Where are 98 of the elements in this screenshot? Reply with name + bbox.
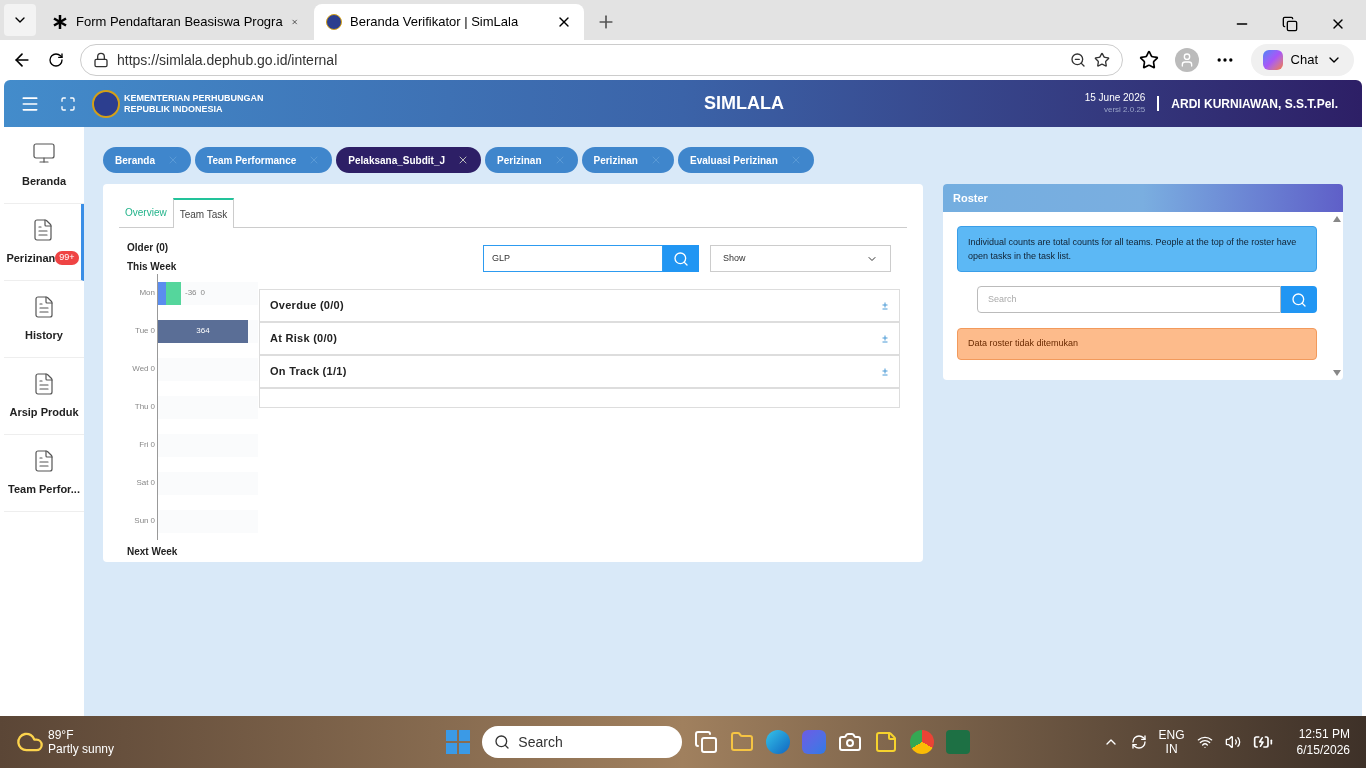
clock-date: 6/15/2026 (1296, 742, 1350, 758)
clock-time: 12:51 PM (1298, 726, 1350, 742)
reload-icon[interactable] (48, 52, 64, 68)
organization-name: KEMENTERIAN PERHUBUNGAN (124, 92, 264, 104)
search-icon (494, 734, 511, 750)
sidebar-item[interactable]: Team Perfor... (4, 435, 84, 512)
day-label: Sun (134, 515, 149, 527)
page-tab[interactable]: Evaluasi Perizinan (677, 147, 814, 173)
start-icon[interactable] (446, 730, 471, 754)
sidebar-item[interactable]: Arsip Produk (4, 358, 84, 435)
language-text: ENG (1158, 728, 1185, 742)
group-row[interactable]: On Track (1/1) (260, 356, 899, 389)
search-button[interactable] (663, 245, 699, 272)
roster-header: Roster (943, 184, 1343, 212)
organization-name: REPUBLIK INDONESIA (124, 103, 224, 115)
taskbar-search[interactable]: Search (482, 726, 683, 758)
day-count: 0 (150, 477, 155, 489)
zoom-out-icon[interactable] (1069, 52, 1086, 68)
fullscreen-icon[interactable] (60, 95, 76, 112)
version-text: versi 2.0.25 (1103, 103, 1146, 116)
page-tab[interactable]: Perizinan (581, 147, 674, 173)
group-row[interactable]: Overdue (0/0) (260, 290, 899, 323)
chat-button[interactable]: Chat (1250, 44, 1354, 76)
page-tab[interactable]: Pelaksana_Subdit_J (336, 147, 482, 173)
day-bar: 364 (158, 319, 248, 343)
plus-minus-icon[interactable] (881, 301, 889, 310)
plus-minus-icon[interactable] (881, 334, 889, 343)
bar-value: 0 (200, 287, 205, 299)
search-button[interactable] (1281, 286, 1317, 313)
emblem-icon (326, 14, 342, 30)
sidebar-item[interactable]: Beranda (4, 127, 84, 204)
sidebar-label: Perizinan (6, 250, 56, 266)
sidebar-item[interactable]: Perizinan 99+ (4, 204, 84, 281)
browser-tab[interactable]: Beranda Verifikator | SimLala (314, 4, 584, 40)
day-label: Fri (139, 439, 149, 451)
task-view-icon[interactable] (694, 730, 719, 754)
date-text: 15 June 2026 (1084, 91, 1146, 104)
profile-icon[interactable] (1174, 48, 1199, 72)
panel-tab[interactable]: Team Task (172, 198, 235, 228)
warning-alert: Data roster tidak ditemukan (957, 328, 1317, 360)
day-count: 0 (150, 325, 155, 337)
scroll-down-icon[interactable] (1333, 370, 1341, 376)
folder-icon[interactable] (730, 730, 755, 754)
emblem-icon (92, 89, 120, 118)
day-label: Sat (136, 477, 149, 489)
user-name: ARDI KURNIAWAN, S.S.T.Pel. (1171, 95, 1338, 113)
day-label: Tue (135, 325, 149, 337)
monitor-icon (32, 140, 56, 165)
day-count: 0 (150, 515, 155, 527)
copilot-icon (1262, 50, 1283, 70)
day-label: Wed (132, 363, 149, 375)
tab-list-button[interactable] (4, 4, 36, 36)
day-label: Thu (134, 401, 149, 413)
document-icon (32, 371, 56, 396)
lock-icon (93, 52, 109, 68)
sidebar-label: History (25, 327, 63, 343)
sidebar-label: Team Perfor... (8, 481, 80, 497)
day-label: Mon (139, 287, 155, 299)
sidebar-label: Arsip Produk (9, 404, 79, 420)
sticky-note-icon[interactable] (874, 730, 899, 754)
favorite-icon[interactable] (1093, 52, 1110, 68)
app-title: SIMLALA (704, 92, 785, 115)
day-count: 0 (150, 363, 155, 375)
search-icon (673, 250, 689, 267)
document-icon (32, 448, 56, 473)
show-select[interactable]: Show (710, 245, 891, 272)
camera-icon[interactable] (838, 730, 863, 754)
favorites-icon[interactable] (1138, 50, 1159, 70)
search-icon (1291, 291, 1307, 308)
bar-value: -36 (185, 287, 197, 299)
day-count: 0 (150, 439, 155, 451)
page-tab[interactable]: Perizinan (485, 147, 578, 173)
week-label: This Week (127, 260, 178, 274)
document-icon (32, 294, 56, 319)
day-count: 0 (150, 401, 155, 413)
search-field[interactable]: GLP (483, 245, 663, 272)
sync-icon[interactable] (1130, 734, 1147, 750)
chrome-icon[interactable] (910, 730, 935, 754)
older-label: Older (0) (127, 241, 170, 255)
scroll-up-icon[interactable] (1333, 216, 1341, 222)
sidebar-label: Beranda (22, 173, 66, 189)
info-alert: Individual counts are total counts for all teams. People at the top of the roster have open tasks in the task list. (957, 226, 1317, 272)
page-tab[interactable]: Team Performance (195, 147, 333, 173)
wifi-icon[interactable] (1196, 734, 1213, 750)
language-text: IN (1165, 742, 1178, 756)
browser-tab[interactable]: Form Pendaftaran Beasiswa Progra (40, 4, 310, 40)
temperature-text: 89°F (48, 728, 75, 742)
week-label: Next Week (127, 545, 179, 559)
volume-icon[interactable] (1224, 734, 1241, 750)
browser-icon[interactable] (766, 730, 791, 754)
sidebar-item[interactable]: History (4, 281, 84, 358)
weather-text: Partly sunny (48, 742, 115, 756)
group-row[interactable]: At Risk (0/0) (260, 323, 899, 356)
count-badge: 99+ (55, 251, 79, 265)
plus-minus-icon[interactable] (881, 367, 889, 376)
page-tab[interactable]: Beranda (103, 147, 191, 173)
asterisk-icon (52, 14, 68, 30)
restore-icon[interactable] (1282, 16, 1298, 32)
